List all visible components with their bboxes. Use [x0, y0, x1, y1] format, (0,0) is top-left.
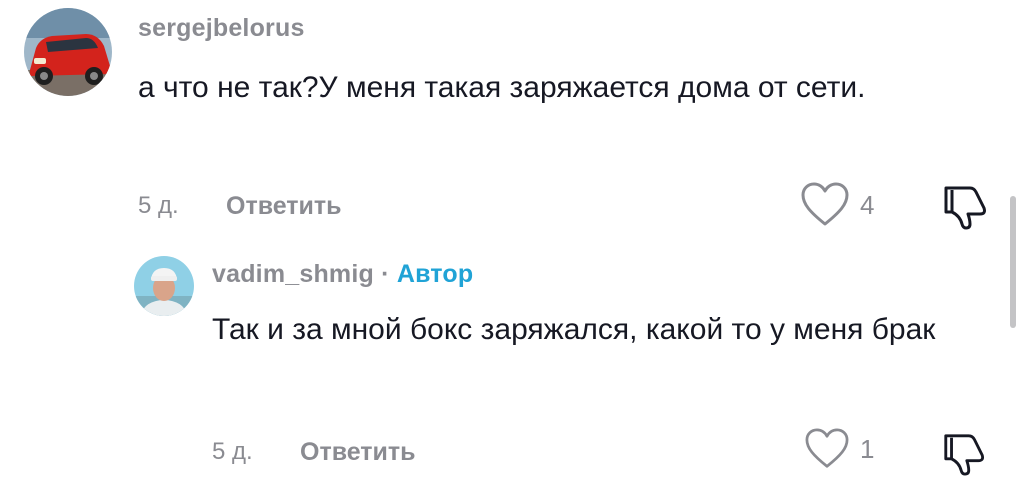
- comment-reply-item: vadim_shmig · Автор Так и за мной бокс з…: [0, 240, 1024, 476]
- comment-text: Так и за мной бокс заряжался, какой то у…: [212, 313, 936, 346]
- avatar[interactable]: [134, 256, 194, 316]
- man-portrait-photo: [134, 256, 194, 316]
- comment-timestamp: 5 д.: [138, 192, 179, 219]
- comment-item: sergejbelorus а что не так?У меня такая …: [0, 0, 1024, 235]
- scrollbar[interactable]: [1010, 196, 1016, 328]
- comment-username: vadim_shmig · Автор: [212, 260, 473, 289]
- author-badge: Автор: [396, 260, 474, 288]
- reply-button[interactable]: Ответить: [300, 438, 416, 467]
- like-count: 4: [860, 189, 875, 220]
- avatar[interactable]: [24, 8, 112, 96]
- dislike-button[interactable]: [940, 184, 988, 235]
- comment-timestamp: 5 д.: [212, 438, 253, 465]
- heart-outline-icon: [805, 428, 849, 468]
- like-button[interactable]: 1: [804, 428, 874, 470]
- thumbs-down-outline-icon: [944, 434, 985, 476]
- author-separator: ·: [373, 260, 397, 288]
- reply-button[interactable]: Ответить: [226, 192, 342, 221]
- thumbs-down-outline-icon: [944, 186, 986, 230]
- red-car-photo: [24, 8, 112, 96]
- comment-username[interactable]: sergejbelorus: [138, 14, 305, 43]
- comment-text: а что не так?У меня такая заряжается дом…: [138, 71, 866, 104]
- dislike-button[interactable]: [940, 432, 986, 481]
- like-count: 1: [860, 433, 875, 464]
- author-username[interactable]: vadim_shmig: [212, 260, 374, 288]
- like-button[interactable]: 4: [800, 182, 874, 228]
- heart-outline-icon: [801, 182, 849, 226]
